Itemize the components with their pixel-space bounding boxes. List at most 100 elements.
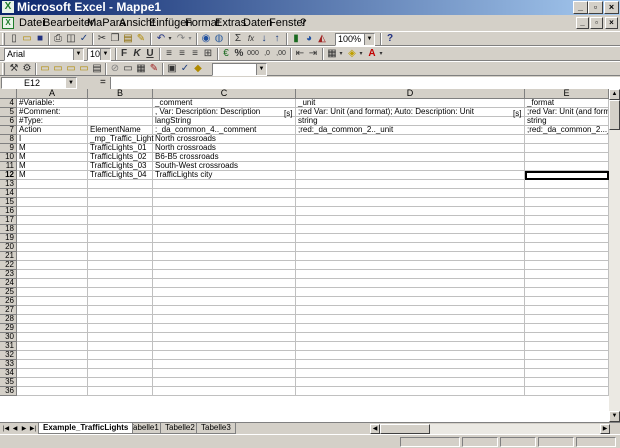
cell-a26[interactable] bbox=[17, 297, 88, 306]
cell-e19[interactable] bbox=[525, 234, 609, 243]
redo-dropdown-icon[interactable]: ▾ bbox=[187, 33, 193, 45]
edit-icon[interactable]: ✎ bbox=[148, 63, 160, 75]
cell-e8[interactable] bbox=[525, 135, 609, 144]
cell-b20[interactable] bbox=[88, 243, 153, 252]
drawing-icon[interactable]: ◭ bbox=[316, 33, 328, 45]
cell-e27[interactable] bbox=[525, 306, 609, 315]
cell-b34[interactable] bbox=[88, 369, 153, 378]
menu-help[interactable]: ? bbox=[300, 17, 306, 29]
scroll-right-icon[interactable]: ▶ bbox=[600, 424, 610, 434]
cell-e18[interactable] bbox=[525, 225, 609, 234]
cell-d24[interactable] bbox=[296, 279, 525, 288]
autosum-icon[interactable]: Σ bbox=[232, 33, 244, 45]
scroll-up-icon[interactable]: ▲ bbox=[609, 89, 620, 100]
cell-e35[interactable] bbox=[525, 378, 609, 387]
redo-icon[interactable]: ↷ bbox=[175, 33, 187, 45]
cell-e6[interactable]: string bbox=[525, 117, 609, 126]
cell-a13[interactable] bbox=[17, 180, 88, 189]
cell-e11[interactable] bbox=[525, 162, 609, 171]
tab-example-trafficlights[interactable]: Example_TrafficLights bbox=[38, 423, 134, 434]
cell-a21[interactable] bbox=[17, 252, 88, 261]
cell-c21[interactable] bbox=[153, 252, 296, 261]
cell-d16[interactable] bbox=[296, 207, 525, 216]
cell-c25[interactable] bbox=[153, 288, 296, 297]
cell-a32[interactable] bbox=[17, 351, 88, 360]
bold-button[interactable]: F bbox=[118, 48, 130, 60]
cell-a12[interactable]: M bbox=[17, 171, 88, 180]
undo-icon[interactable]: ↶ bbox=[155, 33, 167, 45]
menu-daten[interactable]: Daten bbox=[243, 17, 272, 29]
cell-a29[interactable] bbox=[17, 324, 88, 333]
cell-d27[interactable] bbox=[296, 306, 525, 315]
cell-d25[interactable] bbox=[296, 288, 525, 297]
cell-d23[interactable] bbox=[296, 270, 525, 279]
cell-e7[interactable]: ;red:_da_common_2..._f bbox=[525, 126, 609, 135]
cell-d36[interactable] bbox=[296, 387, 525, 396]
last-sheet-icon[interactable]: ▶| bbox=[29, 424, 37, 434]
cell-b17[interactable] bbox=[88, 216, 153, 225]
cell-d7[interactable]: ;red:_da_common_2.._unit bbox=[296, 126, 525, 135]
paste-icon[interactable]: ▤ bbox=[122, 33, 134, 45]
cell-a28[interactable] bbox=[17, 315, 88, 324]
cell-c28[interactable] bbox=[153, 315, 296, 324]
cell-a14[interactable] bbox=[17, 189, 88, 198]
maximize-button[interactable]: ▫ bbox=[588, 1, 603, 14]
fill-color-icon[interactable]: ◈ bbox=[346, 48, 358, 60]
cell-e5[interactable]: ;red Var: Unit (and form bbox=[525, 108, 609, 117]
folder-open-icon[interactable]: ▭ bbox=[39, 63, 51, 75]
window-icon[interactable]: ▣ bbox=[166, 63, 178, 75]
cell-c33[interactable] bbox=[153, 360, 296, 369]
menu-extras[interactable]: Extras bbox=[215, 17, 246, 29]
cell-e25[interactable] bbox=[525, 288, 609, 297]
cell-e4[interactable]: _format bbox=[525, 99, 609, 108]
cell-d19[interactable] bbox=[296, 234, 525, 243]
cell-b18[interactable] bbox=[88, 225, 153, 234]
web-toolbar-icon[interactable]: ◍ bbox=[213, 33, 225, 45]
cell-d10[interactable] bbox=[296, 153, 525, 162]
cell-c31[interactable] bbox=[153, 342, 296, 351]
italic-button[interactable]: K bbox=[131, 48, 143, 60]
cell-c32[interactable] bbox=[153, 351, 296, 360]
close-button[interactable]: × bbox=[604, 1, 619, 14]
cell-d12[interactable] bbox=[296, 171, 525, 180]
chevron-down-icon[interactable]: ▼ bbox=[100, 49, 110, 60]
next-sheet-icon[interactable]: ▶ bbox=[20, 424, 28, 434]
cell-c12[interactable]: TrafficLights city bbox=[153, 171, 296, 180]
cell-a22[interactable] bbox=[17, 261, 88, 270]
cell-d31[interactable] bbox=[296, 342, 525, 351]
format-painter-icon[interactable]: ✎ bbox=[135, 33, 147, 45]
cell-d29[interactable] bbox=[296, 324, 525, 333]
cell-b12[interactable]: TrafficLights_04 bbox=[88, 171, 153, 180]
cell-d26[interactable] bbox=[296, 297, 525, 306]
list-icon[interactable]: ▤ bbox=[91, 63, 103, 75]
cell-b30[interactable] bbox=[88, 333, 153, 342]
cell-e23[interactable] bbox=[525, 270, 609, 279]
cell-b28[interactable] bbox=[88, 315, 153, 324]
print-icon[interactable]: ⎙ bbox=[52, 33, 64, 45]
percent-button[interactable]: % bbox=[233, 48, 245, 60]
settings-icon[interactable]: ⚙ bbox=[21, 63, 33, 75]
undo-dropdown-icon[interactable]: ▾ bbox=[167, 33, 173, 45]
cell-e30[interactable] bbox=[525, 333, 609, 342]
cell-b22[interactable] bbox=[88, 261, 153, 270]
cell-d33[interactable] bbox=[296, 360, 525, 369]
sort-descending-icon[interactable]: ↑ bbox=[271, 33, 283, 45]
formula-equals-button[interactable]: = bbox=[100, 77, 106, 89]
cell-b19[interactable] bbox=[88, 234, 153, 243]
cell-c36[interactable] bbox=[153, 387, 296, 396]
cell-d34[interactable] bbox=[296, 369, 525, 378]
thousands-button[interactable]: 000 bbox=[246, 48, 260, 60]
horizontal-scroll-thumb[interactable] bbox=[380, 424, 430, 434]
cell-a34[interactable] bbox=[17, 369, 88, 378]
font-name-select[interactable]: Arial ▼ bbox=[4, 48, 84, 61]
cell-b33[interactable] bbox=[88, 360, 153, 369]
cell-b31[interactable] bbox=[88, 342, 153, 351]
vertical-scrollbar[interactable]: ▲ ▼ bbox=[609, 89, 620, 422]
function-icon[interactable]: fx bbox=[245, 33, 257, 45]
doc-close-button[interactable]: × bbox=[605, 17, 618, 29]
cell-e34[interactable] bbox=[525, 369, 609, 378]
cell-d21[interactable] bbox=[296, 252, 525, 261]
increase-indent-icon[interactable]: ⇥ bbox=[307, 48, 319, 60]
row-header-5[interactable]: 5 bbox=[0, 108, 17, 117]
merge-center-icon[interactable]: ⊞ bbox=[202, 48, 214, 60]
